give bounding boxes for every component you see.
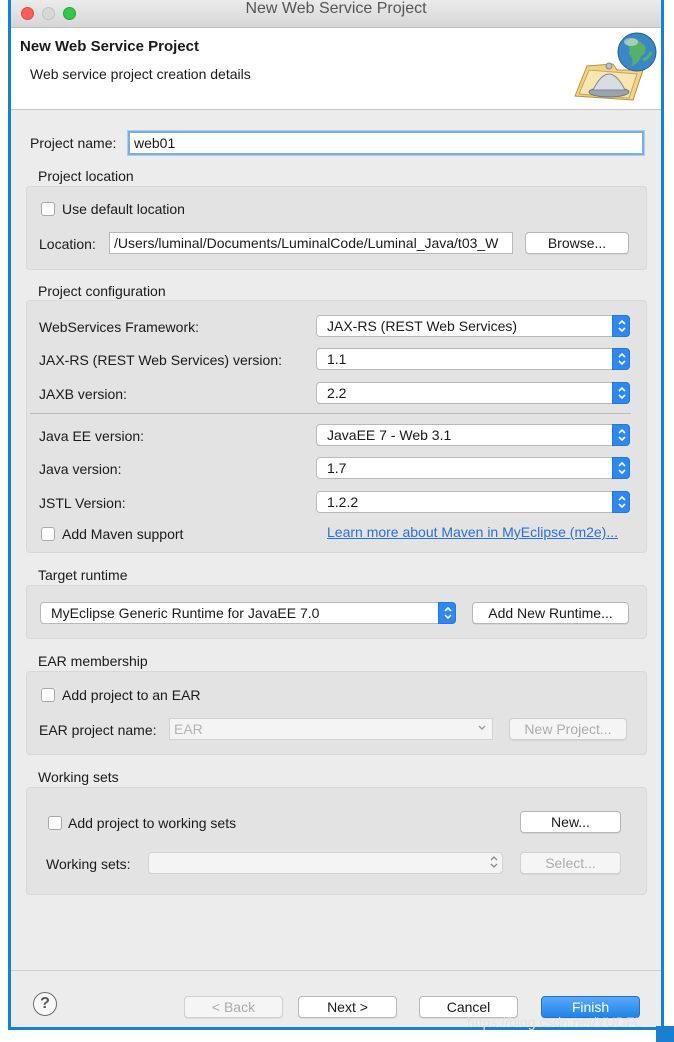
next-button[interactable]: Next >	[298, 996, 397, 1018]
up-down-chevron-icon	[612, 457, 630, 479]
banner-title: New Web Service Project	[20, 38, 199, 55]
up-down-chevron-icon	[612, 491, 630, 513]
add-to-ear-checkbox[interactable]	[41, 688, 55, 702]
add-to-working-sets-checkbox[interactable]	[48, 816, 62, 830]
java-version-select[interactable]: 1.7	[316, 457, 630, 479]
jaxb-version-value: 2.2	[327, 385, 347, 401]
up-down-chevron-icon	[438, 602, 456, 624]
ear-new-project-button[interactable]: New Project...	[509, 718, 627, 740]
working-sets-heading: Working sets	[38, 769, 119, 785]
add-maven-support-label: Add Maven support	[62, 526, 184, 542]
jstl-version-select[interactable]: 1.2.2	[316, 491, 630, 513]
webservices-framework-select[interactable]: JAX-RS (REST Web Services)	[316, 315, 630, 337]
use-default-location-checkbox[interactable]	[41, 202, 55, 216]
jaxrs-version-value: 1.1	[327, 351, 347, 367]
up-down-chevron-icon	[612, 348, 630, 370]
up-down-chevron-icon	[612, 315, 630, 337]
ear-project-name-label: EAR project name:	[39, 722, 157, 738]
location-input[interactable]: /Users/luminal/Documents/LuminalCode/Lum…	[109, 232, 513, 254]
java-version-value: 1.7	[327, 460, 347, 476]
help-icon[interactable]: ?	[33, 992, 57, 1016]
wizard-banner: New Web Service Project Web service proj…	[11, 28, 661, 110]
wizard-window: New Web Service Project New Web Service …	[8, 0, 664, 1030]
maven-learn-more-link[interactable]: Learn more about Maven in MyEclipse (m2e…	[327, 524, 618, 540]
working-sets-select-button[interactable]: Select...	[520, 852, 621, 874]
target-runtime-value: MyEclipse Generic Runtime for JavaEE 7.0	[51, 605, 320, 621]
jaxb-version-label: JAXB version:	[39, 386, 127, 402]
jaxrs-version-label: JAX-RS (REST Web Services) version:	[39, 352, 282, 368]
watermark-text: https://blog.csdn.net/YUDFL	[467, 1014, 643, 1030]
project-configuration-heading: Project configuration	[38, 283, 166, 299]
webservices-framework-label: WebServices Framework:	[39, 319, 200, 335]
jstl-version-label: JSTL Version:	[39, 495, 126, 511]
location-label: Location:	[39, 236, 96, 252]
project-name-input[interactable]: web01	[128, 131, 644, 155]
jaxb-version-select[interactable]: 2.2	[316, 382, 630, 404]
window-border-corner	[656, 1026, 674, 1042]
add-new-runtime-button[interactable]: Add New Runtime...	[472, 602, 629, 624]
javaee-version-value: JavaEE 7 - Web 3.1	[327, 427, 452, 443]
up-down-chevron-icon	[612, 382, 630, 404]
working-sets-label: Working sets:	[46, 856, 131, 872]
add-maven-support-checkbox[interactable]	[41, 527, 55, 541]
project-location-group	[26, 186, 647, 270]
back-button[interactable]: < Back	[184, 996, 283, 1018]
chevron-down-icon	[473, 718, 493, 740]
javaee-version-select[interactable]: JavaEE 7 - Web 3.1	[316, 424, 630, 446]
add-to-ear-label: Add project to an EAR	[62, 687, 201, 703]
ear-project-name-value: EAR	[174, 721, 203, 737]
window-title: New Web Service Project	[245, 0, 427, 17]
working-sets-new-button[interactable]: New...	[520, 811, 621, 833]
web-service-globe-bell-icon	[573, 30, 659, 109]
jstl-version-value: 1.2.2	[327, 494, 359, 510]
up-down-chevron-icon	[612, 424, 630, 446]
configuration-divider	[30, 413, 631, 414]
java-version-label: Java version:	[39, 461, 122, 477]
title-bar: New Web Service Project	[11, 0, 661, 28]
project-name-label: Project name:	[30, 135, 117, 151]
javaee-version-label: Java EE version:	[39, 428, 145, 444]
ear-project-name-combo[interactable]: EAR	[169, 718, 493, 740]
jaxrs-version-select[interactable]: 1.1	[316, 348, 630, 370]
working-sets-group	[26, 787, 647, 895]
banner-subtitle: Web service project creation details	[30, 66, 251, 82]
project-location-heading: Project location	[38, 168, 134, 184]
target-runtime-heading: Target runtime	[38, 567, 128, 583]
up-down-chevron-icon	[485, 852, 503, 874]
working-sets-select[interactable]	[148, 852, 503, 874]
target-runtime-select[interactable]: MyEclipse Generic Runtime for JavaEE 7.0	[40, 602, 456, 624]
ear-membership-heading: EAR membership	[38, 653, 148, 669]
use-default-location-label: Use default location	[62, 201, 185, 217]
add-to-working-sets-label: Add project to working sets	[68, 815, 237, 831]
ear-membership-group	[26, 671, 647, 755]
browse-button[interactable]: Browse...	[525, 232, 629, 254]
webservices-framework-value: JAX-RS (REST Web Services)	[327, 318, 518, 334]
